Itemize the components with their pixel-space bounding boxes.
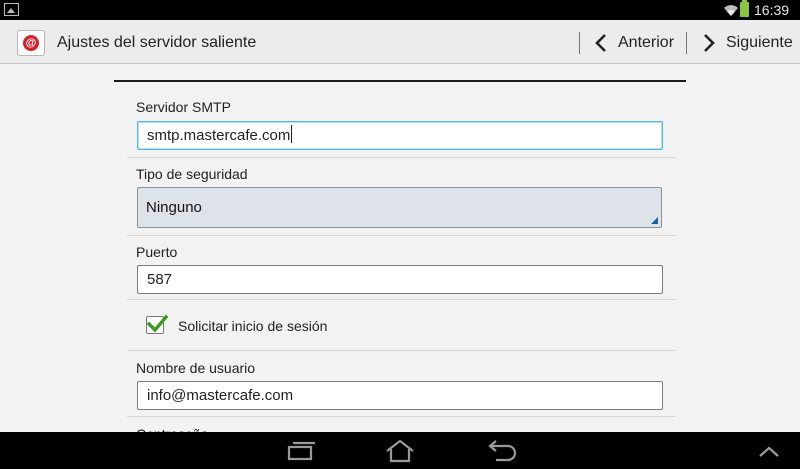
form-divider xyxy=(127,299,675,300)
action-bar: @ Ajustes del servidor saliente Anterior… xyxy=(0,20,800,64)
username-input[interactable]: info@mastercafe.com xyxy=(137,381,663,410)
recent-apps-icon[interactable] xyxy=(285,439,315,463)
at-sign-icon: @ xyxy=(23,35,39,51)
previous-button[interactable]: Anterior xyxy=(594,29,674,57)
action-bar-divider xyxy=(579,32,580,54)
battery-icon xyxy=(740,0,749,17)
status-clock: 16:39 xyxy=(754,2,790,18)
form-divider xyxy=(127,235,675,236)
checkmark-icon xyxy=(146,314,168,333)
text-caret xyxy=(291,125,293,143)
password-label: Contraseña xyxy=(136,425,208,432)
gallery-notification-icon xyxy=(4,3,19,16)
port-input[interactable]: 587 xyxy=(137,265,663,294)
form-divider xyxy=(127,416,675,417)
port-value: 587 xyxy=(147,271,173,288)
next-button-label: Siguiente xyxy=(726,34,793,51)
navigation-bar xyxy=(0,432,800,469)
smtp-server-input[interactable]: smtp.mastercafe.com xyxy=(137,121,663,150)
wifi-icon xyxy=(724,5,738,16)
action-bar-divider xyxy=(686,32,687,54)
email-app-icon[interactable]: @ xyxy=(17,30,45,56)
security-type-select[interactable]: Ninguno xyxy=(137,187,662,228)
port-label: Puerto xyxy=(136,244,178,260)
require-signin-checkbox[interactable] xyxy=(146,314,168,334)
form-divider xyxy=(127,350,675,351)
smtp-server-value: smtp.mastercafe.com xyxy=(147,127,291,144)
next-button[interactable]: Siguiente xyxy=(702,29,793,57)
smtp-server-label: Servidor SMTP xyxy=(136,99,231,115)
chevron-left-icon xyxy=(595,34,606,52)
dropdown-corner-icon xyxy=(651,217,658,224)
security-type-value: Ninguno xyxy=(146,199,202,216)
username-value: info@mastercafe.com xyxy=(147,387,294,404)
chevron-up-icon[interactable] xyxy=(757,439,781,463)
username-label: Nombre de usuario xyxy=(136,360,256,376)
chevron-right-icon xyxy=(704,34,715,52)
security-type-label: Tipo de seguridad xyxy=(136,166,248,182)
back-icon[interactable] xyxy=(488,439,518,463)
form-divider xyxy=(127,157,675,158)
home-icon[interactable] xyxy=(384,439,416,463)
previous-button-label: Anterior xyxy=(618,34,675,51)
require-signin-label[interactable]: Solicitar inicio de sesión xyxy=(178,317,327,335)
form-top-rule xyxy=(114,80,686,82)
page-title: Ajustes del servidor saliente xyxy=(57,34,257,51)
status-bar: 16:39 xyxy=(0,0,800,20)
